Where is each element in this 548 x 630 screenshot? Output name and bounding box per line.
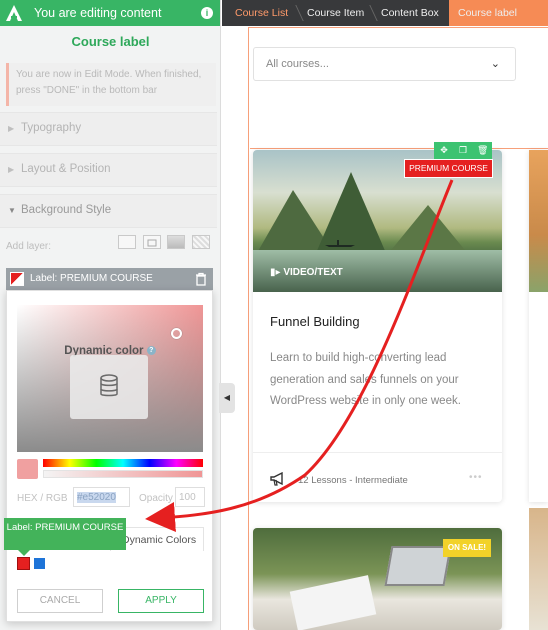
info-icon[interactable]: i [201, 7, 213, 19]
move-icon[interactable]: ✥ [439, 145, 449, 155]
hex-value: #e52020 [77, 492, 116, 503]
hex-input[interactable]: #e52020 [73, 487, 130, 507]
course-title[interactable]: Funnel Building [270, 314, 360, 329]
swatch-red[interactable] [17, 557, 30, 570]
breadcrumb: Course List Course Item Content Box Cour… [222, 0, 548, 26]
megaphone-icon [270, 472, 283, 486]
add-gradient-layer-button[interactable] [167, 235, 185, 249]
editor-topbar: You are editing content i [0, 0, 220, 26]
add-color-layer-button[interactable] [118, 235, 136, 249]
collapse-panel-handle[interactable]: ◀ [219, 383, 235, 413]
cancel-button[interactable]: CANCEL [17, 589, 103, 613]
editor-screen: You are editing content i Course label Y… [0, 0, 548, 630]
image-icon [147, 239, 157, 247]
selection-outline [250, 148, 548, 149]
chevron-down-icon: ▼ [8, 206, 16, 215]
section-layout-position[interactable]: ▶ Layout & Position [0, 153, 217, 187]
course-card[interactable]: ▮▸ VIDEO/TEXT Funnel Building Learn to b… [253, 150, 502, 502]
media-type-label: ▮▸ VIDEO/TEXT [270, 267, 343, 278]
on-sale-badge[interactable]: ON SALE! [443, 539, 491, 557]
hue-slider[interactable] [43, 459, 203, 467]
boat-icon [325, 240, 355, 247]
trash-icon[interactable] [195, 272, 207, 286]
course-description: Learn to build high-converting lead gene… [270, 352, 461, 407]
course-filter-value: All courses... [266, 58, 329, 70]
notebook-shape [289, 575, 377, 630]
help-icon[interactable]: ? [146, 346, 156, 356]
course-thumbnail [529, 150, 548, 292]
background-layer-item[interactable]: Label: PREMIUM COURSE [6, 268, 213, 290]
breadcrumb-item-course-list[interactable]: Course List [235, 0, 288, 26]
premium-course-label[interactable]: PREMIUM COURSE [404, 159, 493, 178]
section-label: Layout & Position [21, 163, 111, 175]
course-card-partial[interactable] [529, 150, 548, 502]
course-filter-select[interactable]: All courses... ⌄ [253, 47, 516, 81]
section-label: Typography [21, 122, 82, 134]
element-edit-toolbar: ✥ ❐ 🗑 [434, 142, 492, 159]
hue-alpha-controls [17, 459, 203, 479]
dynamic-color-overlay[interactable] [70, 355, 148, 419]
section-label: Background Style [21, 204, 112, 216]
delete-icon[interactable]: 🗑 [477, 145, 488, 155]
database-icon [100, 374, 118, 397]
chevron-down-icon: ⌄ [490, 58, 500, 70]
section-typography[interactable]: ▶ Typography [0, 112, 217, 146]
opacity-input[interactable]: 100 [175, 487, 205, 507]
opacity-label: Opacity [139, 493, 173, 504]
chevron-right-icon: ▶ [8, 165, 15, 174]
video-icon: ▮▸ [270, 267, 281, 278]
add-layer-label: Add layer: [6, 241, 52, 252]
laptop-shape [384, 546, 452, 586]
add-image-layer-button[interactable] [143, 235, 161, 249]
breadcrumb-separator [286, 5, 304, 21]
color-saturation-area[interactable]: Dynamic color ? [17, 305, 203, 452]
media-type-text: VIDEO/TEXT [283, 267, 343, 278]
color-picker-popup: Dynamic color ? HEX / RGB #e52020 Opacit… [6, 290, 213, 622]
section-background-style[interactable]: ▼ Background Style [0, 194, 217, 228]
apply-button[interactable]: APPLY [118, 589, 204, 613]
hex-rgb-label: HEX / RGB [17, 493, 68, 504]
color-picker-handle[interactable] [171, 328, 182, 339]
more-options-icon[interactable]: ••• [469, 472, 483, 483]
swatch-blue[interactable] [34, 558, 45, 569]
alpha-slider[interactable] [43, 470, 203, 478]
swatch-tooltip: Label: PREMIUM COURSE [4, 518, 126, 556]
chevron-right-icon: ▶ [8, 124, 15, 133]
layer-label: Label: PREMIUM COURSE [30, 273, 153, 284]
card-divider [253, 452, 502, 453]
topbar-title: You are editing content [34, 6, 162, 20]
panel-title: Course label [71, 34, 150, 49]
layer-color-swatch[interactable] [10, 272, 24, 286]
add-pattern-layer-button[interactable] [192, 235, 210, 249]
edit-mode-notice: You are now in Edit Mode. When finished,… [6, 63, 216, 106]
course-meta: 12 Lessons - Intermediate [298, 475, 408, 486]
breadcrumb-item-content-box[interactable]: Content Box [381, 0, 439, 26]
duplicate-icon[interactable]: ❐ [458, 145, 468, 155]
course-card-partial[interactable] [529, 508, 548, 630]
breadcrumb-item-course-item[interactable]: Course Item [307, 0, 364, 26]
color-preview-swatch [17, 459, 38, 479]
breadcrumb-item-course-label[interactable]: Course label [458, 0, 517, 26]
app-logo-icon [6, 5, 22, 21]
